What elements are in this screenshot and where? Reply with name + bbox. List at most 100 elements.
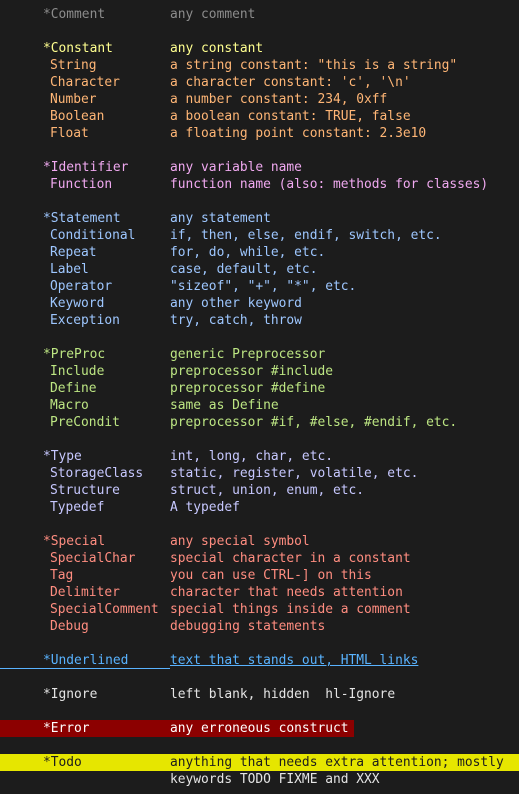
row-tag: Tag you can use CTRL-] on this [0,567,519,584]
row-statement: *Statement any statement [0,210,519,227]
group-desc: special things inside a comment [170,602,411,617]
group-name: Macro [50,398,89,413]
row-constant: *Constant any constant [0,40,519,57]
row-include: Include preprocessor #include [0,363,519,380]
group-desc: static, register, volatile, etc. [170,466,419,481]
group-desc: struct, union, enum, etc. [170,483,365,498]
group-desc: debugging statements [170,619,326,634]
row-operator: Operator "sizeof", "+", "*", etc. [0,278,519,295]
group-name: Character [50,75,120,90]
row-float: Float a floating point constant: 2.3e10 [0,125,519,142]
row-specialchar: SpecialChar special character in a consta… [0,550,519,567]
group-name: *Underlined [43,653,129,668]
group-name: SpecialChar [50,551,136,566]
row-underlined: *Underlined text that stands out, HTML li… [0,652,519,669]
group-name: Typedef [50,500,105,515]
group-desc: for, do, while, etc. [170,245,326,260]
group-name: *Special [43,534,106,549]
group-desc: preprocessor #if, #else, #endif, etc. [170,415,458,430]
row-repeat: Repeat for, do, while, etc. [0,244,519,261]
row-number: Number a number constant: 234, 0xff [0,91,519,108]
row-boolean: Boolean a boolean constant: TRUE, false [0,108,519,125]
group-name: Structure [50,483,120,498]
group-desc: any variable name [170,160,302,175]
group-name: PreCondit [50,415,120,430]
row-character: Character a character constant: 'c', '\n' [0,74,519,91]
row-error: *Error any erroneous construct [0,720,519,737]
group-desc: you can use CTRL-] on this [170,568,372,583]
hl-group-name: hl-Ignore [325,687,396,702]
group-name: Function [50,177,113,192]
row-label: Label case, default, etc. [0,261,519,278]
row-specialcomment: SpecialComment special things inside a co… [0,601,519,618]
row-special: *Special any special symbol [0,533,519,550]
group-desc: keywords TODO FIXME and XXX [170,772,380,787]
group-desc: text that stands out, HTML links [170,653,419,668]
group-desc: function name (also: methods for classes… [170,177,489,192]
group-desc: a boolean constant: TRUE, false [170,109,411,124]
group-name: StorageClass [50,466,144,481]
group-name: Number [50,92,97,107]
group-desc: character that needs attention [170,585,403,600]
group-name: *Comment [43,7,106,22]
group-name: Exception [50,313,120,328]
group-desc: preprocessor #define [170,381,326,396]
group-name: *Todo [43,755,82,770]
group-desc: A typedef [170,500,240,515]
row-todo: *Todo anything that needs extra attention… [0,754,519,771]
group-name: *Identifier [43,160,129,175]
row-debug: Debug debugging statements [0,618,519,635]
row-comment: *Comment any comment [0,6,519,23]
group-desc: special character in a constant [170,551,411,566]
group-name: *Statement [43,211,121,226]
group-desc: any comment [170,7,256,22]
group-name: Boolean [50,109,105,124]
row-conditional: Conditional if, then, else, endif, switch… [0,227,519,244]
group-name: String [50,58,97,73]
group-desc: any erroneous construct [170,721,349,736]
group-name: *Constant [43,41,113,56]
group-name: Include [50,364,105,379]
vim-highlight-groups-buffer[interactable]: *Comment any comment *Constant any constan… [0,6,519,788]
group-name: Keyword [50,296,105,311]
group-name: Float [50,126,89,141]
group-desc: any constant [170,41,264,56]
row-typedef: Typedef A typedef [0,499,519,516]
row-string: String a string constant: "this is a stri… [0,57,519,74]
group-desc: a number constant: 234, 0xff [170,92,388,107]
group-desc: try, catch, throw [170,313,302,328]
group-desc: a character constant: 'c', '\n' [170,75,411,90]
group-desc: a string constant: "this is a string" [170,58,458,73]
group-desc: case, default, etc. [170,262,318,277]
row-preproc: *PreProc generic Preprocessor [0,346,519,363]
group-desc: any statement [170,211,271,226]
row-function: Function function name (also: methods for… [0,176,519,193]
row-storageclass: StorageClass static, register, volatile, … [0,465,519,482]
group-desc: preprocessor #include [170,364,333,379]
group-desc: any special symbol [170,534,310,549]
group-name: SpecialComment [50,602,159,617]
group-name: Operator [50,279,113,294]
row-define: Define preprocessor #define [0,380,519,397]
row-identifier: *Identifier any variable name [0,159,519,176]
row-delimiter: Delimiter character that needs attention [0,584,519,601]
row-precondit: PreCondit preprocessor #if, #else, #endif… [0,414,519,431]
group-name: Debug [50,619,89,634]
group-desc: "sizeof", "+", "*", etc. [170,279,357,294]
group-desc: int, long, char, etc. [170,449,333,464]
group-name: Define [50,381,97,396]
row-keyword: Keyword any other keyword [0,295,519,312]
group-desc: any other keyword [170,296,302,311]
group-name: Tag [50,568,74,583]
group-name: Delimiter [50,585,120,600]
